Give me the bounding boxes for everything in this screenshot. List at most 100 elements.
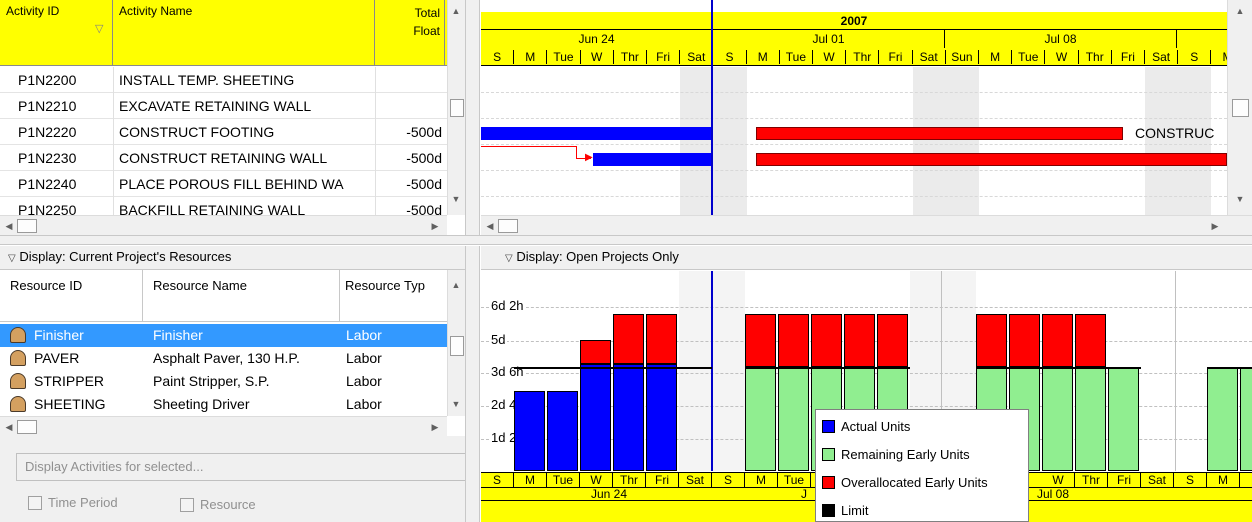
total-float-cell: -500d bbox=[406, 176, 442, 192]
day-label: S bbox=[712, 473, 745, 487]
week-label-jun24: Jun 24 bbox=[591, 487, 628, 501]
scroll-thumb[interactable] bbox=[1232, 99, 1249, 117]
resource-table-hscroll[interactable]: ◀ ▶ bbox=[0, 416, 447, 436]
activity-name-cell: PLACE POROUS FILL BEHIND WA bbox=[119, 176, 344, 192]
activity-name-cell: CONSTRUCT RETAINING WALL bbox=[119, 150, 328, 166]
display-activities-field[interactable]: Display Activities for selected... bbox=[16, 453, 466, 481]
resources-pane-title[interactable]: ▽ Display: Current Project's Resources bbox=[0, 246, 465, 270]
limit-line bbox=[1207, 367, 1252, 369]
splitter[interactable] bbox=[465, 0, 480, 235]
table-row[interactable]: PAVER Asphalt Paver, 130 H.P. Labor bbox=[0, 347, 447, 370]
splitter[interactable] bbox=[465, 246, 480, 522]
activity-id-cell: P1N2250 bbox=[18, 202, 77, 215]
horizontal-splitter[interactable] bbox=[0, 235, 1252, 245]
bar-label: CONSTRUC bbox=[1135, 125, 1215, 141]
resource-options-panel: Display Activities for selected... Time … bbox=[0, 436, 480, 522]
scroll-down-icon[interactable]: ▼ bbox=[1233, 192, 1247, 206]
activity-table-header: Activity ID ▽ Activity Name Total Float bbox=[0, 0, 447, 66]
day-label: T bbox=[1240, 473, 1252, 487]
column-header-total-float[interactable]: Total Float bbox=[375, 0, 445, 66]
day-label: S bbox=[481, 473, 514, 487]
resource-table-vscroll[interactable]: ▲ ▼ bbox=[447, 270, 465, 416]
gantt-vscroll[interactable]: ▲ ▼ bbox=[1227, 0, 1252, 215]
overallocated-units-bar bbox=[1075, 314, 1106, 367]
day-label: Fri bbox=[646, 473, 679, 487]
column-header-resource-id[interactable]: Resource ID bbox=[0, 270, 143, 322]
table-row[interactable]: STRIPPER Paint Stripper, S.P. Labor bbox=[0, 370, 447, 393]
column-divider bbox=[113, 67, 114, 215]
weekend-shading bbox=[912, 67, 979, 215]
day-label: Fri bbox=[1108, 473, 1141, 487]
histogram-pane-title[interactable]: ▽ Display: Open Projects Only bbox=[481, 246, 1252, 270]
day-label: Sat bbox=[1141, 473, 1174, 487]
table-row[interactable]: SHEETING Sheeting Driver Labor bbox=[0, 393, 447, 416]
weekend-shading bbox=[1145, 67, 1212, 215]
resource-type-cell: Labor bbox=[346, 396, 382, 412]
scroll-left-icon[interactable]: ◀ bbox=[2, 219, 16, 233]
scroll-left-icon[interactable]: ◀ bbox=[2, 420, 16, 434]
checkbox-icon bbox=[180, 498, 194, 512]
scroll-down-icon[interactable]: ▼ bbox=[449, 192, 463, 206]
legend-item: Overallocated Early Units bbox=[822, 474, 988, 492]
legend-label: Overallocated Early Units bbox=[841, 475, 988, 490]
legend-label: Actual Units bbox=[841, 419, 911, 434]
column-divider bbox=[375, 67, 376, 215]
row-gridline bbox=[481, 118, 1227, 119]
table-row[interactable]: P1N2200 INSTALL TEMP. SHEETING bbox=[0, 67, 447, 93]
scroll-thumb[interactable] bbox=[498, 219, 518, 233]
day-label: M bbox=[1211, 50, 1227, 64]
scroll-thumb[interactable] bbox=[450, 336, 464, 356]
scroll-right-icon[interactable]: ▶ bbox=[428, 219, 442, 233]
table-row[interactable]: P1N2220 CONSTRUCT FOOTING -500d bbox=[0, 119, 447, 145]
table-row[interactable]: P1N2250 BACKFILL RETAINING WALL -500d bbox=[0, 197, 447, 215]
overallocated-units-bar bbox=[580, 340, 611, 364]
resource-table-header: Resource ID Resource Name Resource Typ bbox=[0, 270, 447, 322]
table-row[interactable]: P1N2230 CONSTRUCT RETAINING WALL -500d bbox=[0, 145, 447, 171]
scroll-thumb[interactable] bbox=[17, 219, 37, 233]
resource-rows: Finisher Finisher Labor PAVER Asphalt Paver,… bbox=[0, 324, 447, 416]
column-header-activity-id[interactable]: Activity ID ▽ bbox=[0, 0, 113, 66]
day-label: Sat bbox=[679, 473, 712, 487]
row-gridline bbox=[481, 92, 1227, 93]
scroll-left-icon[interactable]: ◀ bbox=[483, 219, 497, 233]
activity-table-vscroll[interactable]: ▲ ▼ bbox=[447, 0, 465, 215]
scroll-up-icon[interactable]: ▲ bbox=[1233, 4, 1247, 18]
scroll-right-icon[interactable]: ▶ bbox=[428, 420, 442, 434]
day-label: M bbox=[514, 473, 547, 487]
scroll-thumb[interactable] bbox=[450, 99, 464, 117]
activity-name-cell: BACKFILL RETAINING WALL bbox=[119, 202, 306, 215]
resource-person-icon bbox=[10, 396, 26, 412]
data-date-line bbox=[711, 271, 713, 471]
activity-id-cell: P1N2220 bbox=[18, 124, 77, 140]
column-header-resource-name[interactable]: Resource Name bbox=[143, 270, 340, 322]
time-period-checkbox[interactable]: Time Period bbox=[28, 495, 118, 511]
scroll-down-icon[interactable]: ▼ bbox=[449, 397, 463, 411]
overallocated-units-bar bbox=[844, 314, 875, 367]
resource-checkbox[interactable]: Resource bbox=[180, 497, 256, 513]
day-label: W bbox=[1045, 50, 1079, 64]
chevron-down-icon: ▽ bbox=[8, 253, 16, 264]
resource-person-icon bbox=[10, 373, 26, 389]
resource-type-cell: Labor bbox=[346, 327, 382, 343]
chevron-down-icon: ▽ bbox=[505, 253, 513, 264]
activity-table-hscroll[interactable]: ◀ ▶ bbox=[0, 215, 447, 235]
limit-line bbox=[976, 367, 1141, 369]
scroll-thumb[interactable] bbox=[17, 420, 37, 434]
column-header-activity-name[interactable]: Activity Name bbox=[113, 0, 375, 66]
column-header-resource-type[interactable]: Resource Typ bbox=[340, 270, 447, 322]
overallocated-units-bar bbox=[613, 314, 644, 364]
actual-units-bar bbox=[580, 364, 611, 471]
table-row[interactable]: P1N2210 EXCAVATE RETAINING WALL bbox=[0, 93, 447, 119]
scroll-up-icon[interactable]: ▲ bbox=[449, 278, 463, 292]
resource-type-cell: Labor bbox=[346, 373, 382, 389]
table-row[interactable]: Finisher Finisher Labor bbox=[0, 324, 447, 347]
scroll-up-icon[interactable]: ▲ bbox=[449, 4, 463, 18]
resource-table: Resource ID Resource Name Resource Typ F… bbox=[0, 270, 447, 416]
scroll-right-icon[interactable]: ▶ bbox=[1208, 219, 1222, 233]
table-row[interactable]: P1N2240 PLACE POROUS FILL BEHIND WA -500d bbox=[0, 171, 447, 197]
activity-id-cell: P1N2230 bbox=[18, 150, 77, 166]
day-label: W bbox=[581, 50, 614, 64]
gantt-hscroll[interactable]: ◀ ▶ bbox=[481, 215, 1252, 235]
legend-label: Remaining Early Units bbox=[841, 447, 970, 462]
resource-id-cell: Finisher bbox=[34, 327, 84, 343]
